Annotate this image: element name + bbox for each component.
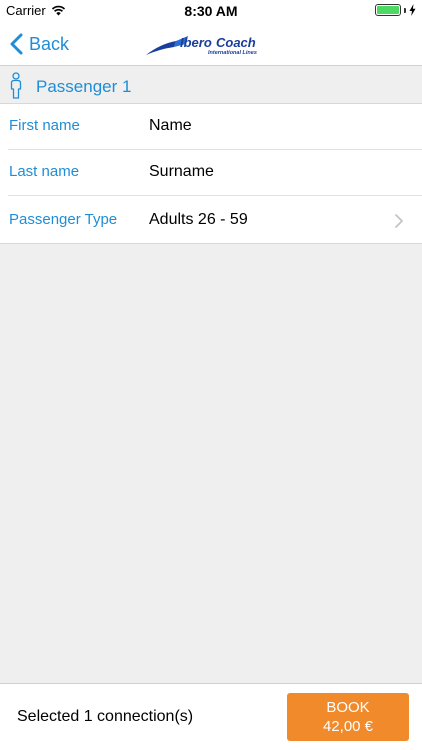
battery-icon [375,4,401,16]
passenger-type-label: Passenger Type [9,211,118,228]
chevron-left-icon [10,33,23,55]
first-name-field[interactable]: Name [149,117,192,135]
last-name-row[interactable]: Last name Surname [0,150,422,196]
status-right [375,4,416,16]
section-title: Passenger 1 [36,77,132,96]
book-price: 42,00 € [322,718,374,735]
svg-text:Coach: Coach [216,35,256,50]
selected-connections-text: Selected 1 connection(s) [17,708,194,725]
passenger-type-row[interactable]: Passenger Type Adults 26 - 59 [0,196,422,244]
back-label: Back [29,33,70,54]
svg-text:International Lines: International Lines [208,50,257,56]
status-time: 8:30 AM [184,3,238,19]
person-icon [10,72,22,99]
book-label: BOOK [326,699,370,716]
iberocoach-logo: Ibero Coach International Lines [146,35,257,56]
charging-bolt-icon [409,4,416,16]
passenger-type-value: Adults 26 - 59 [149,211,248,228]
status-bar: Carrier 8:30 AM [0,0,422,22]
chevron-right-icon [395,214,403,228]
booking-footer: Selected 1 connection(s) BOOK 42,00 € [0,683,422,750]
svg-text:Ibero: Ibero [180,35,212,50]
back-button[interactable]: Back [10,30,69,58]
last-name-field[interactable]: Surname [149,163,214,181]
navigation-bar: Back Ibero Coach International Lines [0,22,422,66]
passenger-form: First name Name Last name Surname Passen… [0,104,422,244]
last-name-label: Last name [9,163,80,180]
battery-level [377,6,399,14]
battery-tip [404,7,406,13]
passenger-section-header: Passenger 1 [0,67,422,104]
first-name-row[interactable]: First name Name [0,104,422,150]
book-button[interactable]: BOOK 42,00 € [287,693,409,741]
first-name-label: First name [9,117,80,134]
